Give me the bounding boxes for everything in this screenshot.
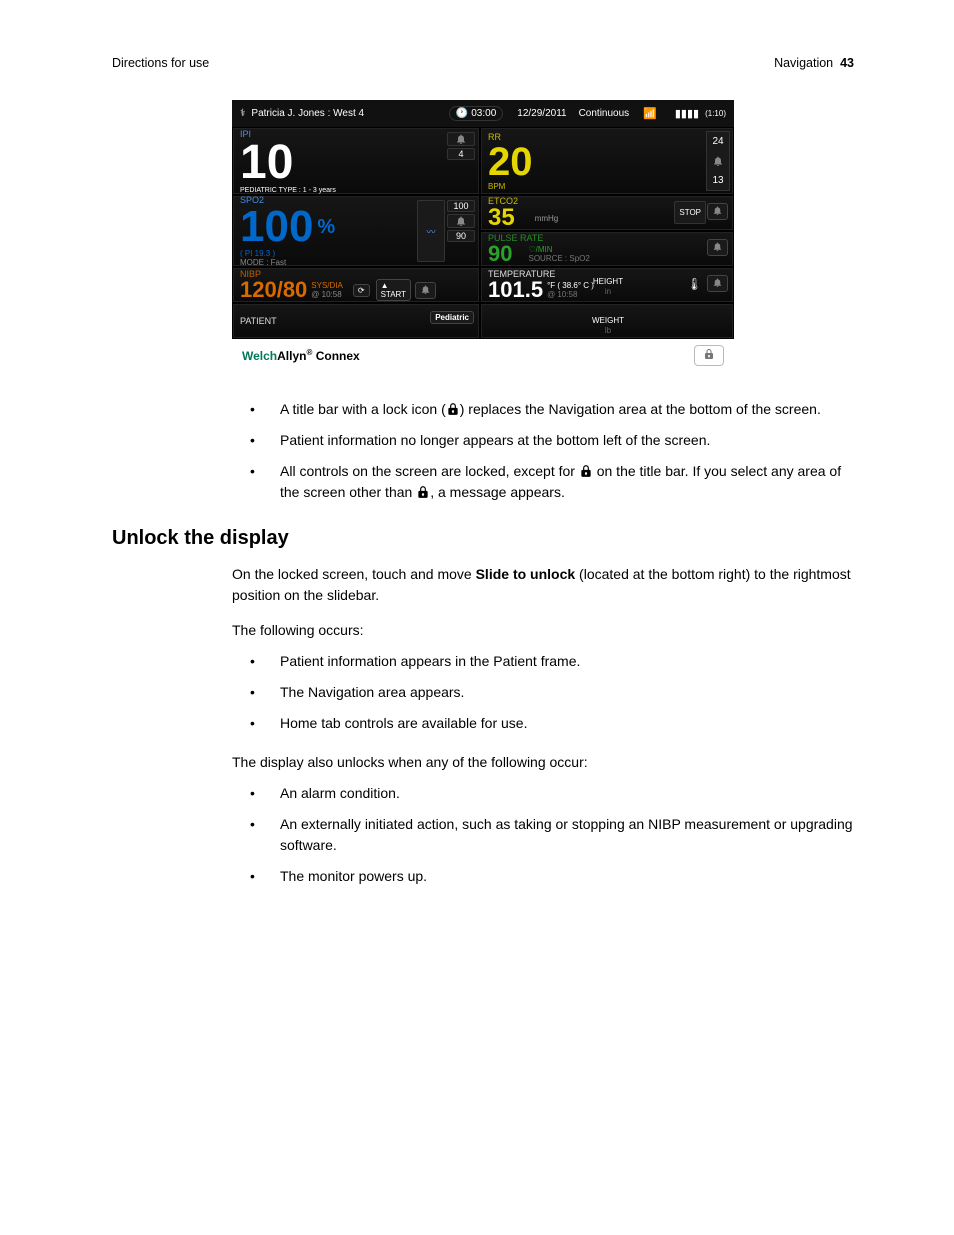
interval-icon: ⟳ bbox=[353, 284, 370, 297]
spo2-bell bbox=[447, 214, 475, 228]
spo2-panel: SpO2 100% ( PI 19.3 ) MODE : Fast 〰 100 … bbox=[233, 196, 479, 266]
ipi-limit: 4 bbox=[447, 148, 475, 160]
nibp-value: 120/80 bbox=[240, 279, 307, 301]
ipi-panel: IPI 10 PEDIATRIC TYPE : 1 - 3 years 4 bbox=[233, 128, 479, 194]
para-3: The display also unlocks when any of the… bbox=[232, 752, 854, 773]
list2-1: An alarm condition. bbox=[232, 783, 854, 804]
nibp-bell bbox=[415, 282, 436, 299]
spo2-lo: 90 bbox=[447, 230, 475, 242]
lock-icon bbox=[579, 464, 593, 478]
list1-2: The Navigation area appears. bbox=[232, 682, 854, 703]
patient-panel: PATIENT Pediatric bbox=[233, 304, 479, 338]
section-heading: Unlock the display bbox=[112, 527, 854, 550]
bullet-3: All controls on the screen are locked, e… bbox=[232, 461, 854, 503]
battery-icon: ▮▮▮▮ bbox=[675, 107, 699, 120]
temp-bell bbox=[707, 275, 728, 292]
pr-value: 90 bbox=[488, 243, 512, 265]
etco2-stop: STOP bbox=[674, 201, 706, 224]
lock-icon bbox=[416, 485, 430, 499]
hw-panel: HEIGHTin WEIGHTlb PAIN bbox=[481, 304, 733, 338]
spo2-wave-icon: 〰 bbox=[417, 200, 445, 262]
spo2-hi: 100 bbox=[447, 200, 475, 212]
date: 12/29/2011 bbox=[517, 108, 566, 119]
temp-value: 101.5 bbox=[488, 279, 543, 301]
list2-2: An externally initiated action, such as … bbox=[232, 814, 854, 856]
battery-text: (1:10) bbox=[705, 109, 726, 118]
thermometer-icon: 🌡 bbox=[687, 277, 702, 291]
nibp-panel: NIBP 120/80 SYS/DIA@ 10:58 ⟳ ▲START bbox=[233, 268, 479, 302]
list1-1: Patient information appears in the Patie… bbox=[232, 651, 854, 672]
bullet-1: A title bar with a lock icon () replaces… bbox=[232, 399, 854, 420]
pr-panel: PULSE RATE 90 ♡/MINSOURCE : SpO2 bbox=[481, 232, 733, 266]
etco2-bell bbox=[707, 203, 728, 220]
para-2: The following occurs: bbox=[232, 620, 854, 641]
clock-chip: 🕐 03:00 bbox=[449, 106, 503, 121]
start-button: ▲START bbox=[376, 279, 411, 301]
device-status-bar: ⚕ Patricia J. Jones : West 4 🕐 03:00 12/… bbox=[232, 100, 734, 127]
rr-value: 20 bbox=[488, 142, 726, 182]
pr-bell bbox=[707, 239, 728, 256]
etco2-panel: etCO2 35 mmHg STOP bbox=[481, 196, 733, 230]
patient-name: Patricia J. Jones : West 4 bbox=[251, 108, 364, 119]
rr-panel: RR 20 BPM 24 13 bbox=[481, 128, 733, 194]
device-screenshot: ⚕ Patricia J. Jones : West 4 🕐 03:00 12/… bbox=[232, 100, 734, 371]
page-header: Directions for use Navigation 43 bbox=[112, 56, 854, 70]
header-right: Navigation 43 bbox=[774, 56, 854, 70]
patient-type: Pediatric bbox=[430, 311, 474, 324]
header-left: Directions for use bbox=[112, 56, 209, 70]
etco2-value: 35 bbox=[488, 206, 515, 230]
list2-3: The monitor powers up. bbox=[232, 866, 854, 887]
body-text: A title bar with a lock icon () replaces… bbox=[232, 399, 854, 503]
mode: Continuous bbox=[579, 108, 630, 119]
brand-bar: WelchAllyn® Connex bbox=[232, 339, 734, 371]
ipi-bell bbox=[447, 132, 475, 146]
bullet-2: Patient information no longer appears at… bbox=[232, 430, 854, 451]
caduceus-icon: ⚕ bbox=[240, 108, 245, 119]
spo2-value: 100 bbox=[240, 205, 313, 249]
antenna-icon: 📶 bbox=[643, 107, 657, 120]
lock-button[interactable] bbox=[694, 345, 724, 366]
lock-icon bbox=[446, 402, 460, 416]
rr-alarm-box: 24 13 bbox=[706, 131, 730, 191]
list1-3: Home tab controls are available for use. bbox=[232, 713, 854, 734]
para-1: On the locked screen, touch and move Sli… bbox=[232, 564, 854, 606]
